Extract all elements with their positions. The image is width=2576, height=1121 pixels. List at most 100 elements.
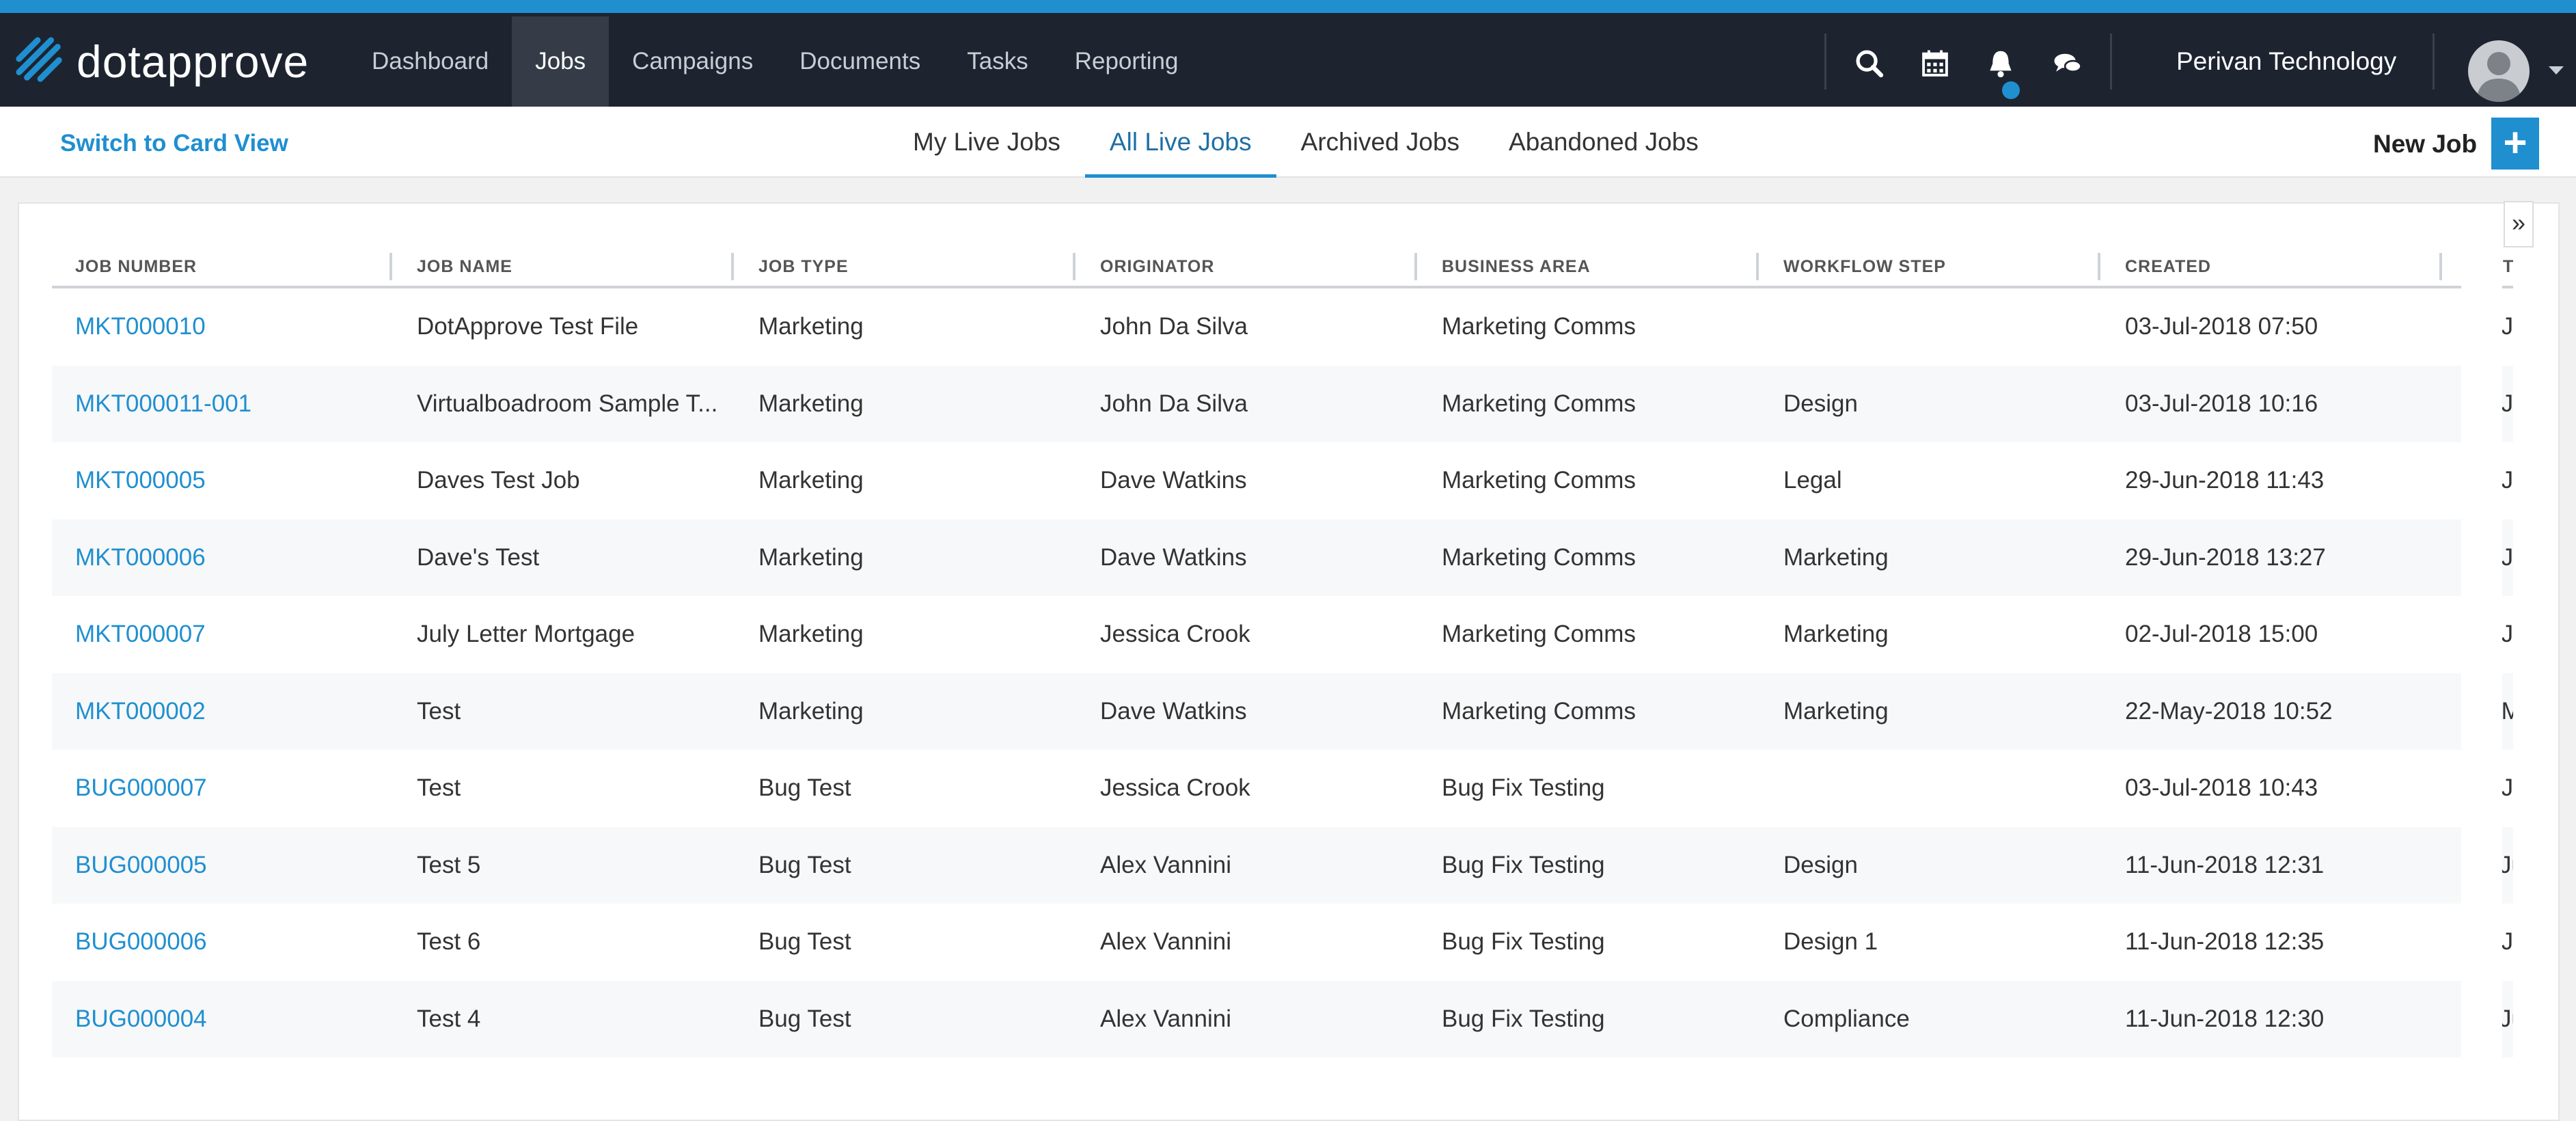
cell-business-area: Bug Fix Testing (1442, 774, 1605, 801)
cell-job-number[interactable]: BUG000005 (75, 827, 389, 904)
column-resize-handle[interactable] (1073, 253, 1075, 280)
sub-navigation: Switch to Card View My Live Jobs All Liv… (0, 107, 2576, 178)
search-icon[interactable] (1852, 46, 1887, 81)
column-resize-handle[interactable] (1414, 253, 1417, 280)
table-row[interactable]: BUG000004 Test 4 Bug Test Alex Vannini Bug F… (52, 980, 2513, 1058)
cell-business-area: Marketing Comms (1442, 467, 1636, 494)
tab-all-live-jobs[interactable]: All Live Jobs (1084, 107, 1276, 178)
column-resize-handle[interactable] (1756, 253, 1759, 280)
organisation-name[interactable]: Perivan Technology (2176, 47, 2396, 76)
switch-to-card-view-link[interactable]: Switch to Card View (60, 130, 288, 157)
cell-job-name: Test 5 (417, 851, 481, 878)
column-header-job-type[interactable]: JOB TYPE (758, 257, 849, 277)
cell-job-name: July Letter Mortgage (417, 621, 635, 647)
table-row[interactable]: MKT000010 DotApprove Test File Marketing Jo… (52, 288, 2513, 366)
column-resize-handle[interactable] (389, 253, 392, 280)
expand-panel-icon[interactable]: » (2504, 201, 2534, 247)
column-resize-handle[interactable] (731, 253, 734, 280)
tab-archived-jobs[interactable]: Archived Jobs (1276, 107, 1484, 178)
table-row[interactable]: BUG000005 Test 5 Bug Test Alex Vannini Bug F… (52, 826, 2513, 904)
cell-job-type: Bug Test (758, 1005, 851, 1032)
table-row[interactable]: MKT000006 Dave's Test Marketing Dave Watkin… (52, 519, 2513, 597)
logo-text: dotapprove (77, 36, 310, 87)
new-job-label[interactable]: New Job (2373, 130, 2477, 159)
nav-documents[interactable]: Documents (776, 16, 944, 107)
cell-originator: Alex Vannini (1100, 928, 1231, 955)
cell-business-area: Bug Fix Testing (1442, 1005, 1605, 1032)
cell-workflow-step (1783, 750, 2098, 827)
notification-dot (2002, 81, 2020, 99)
cell-job-number[interactable]: BUG000007 (75, 750, 389, 827)
cell-workflow-step: Marketing (1783, 621, 1889, 647)
column-header-originator[interactable]: ORIGINATOR (1100, 257, 1214, 277)
top-accent-bar (0, 0, 2576, 13)
table-row[interactable]: BUG000007 Test Bug Test Jessica Crook Bug Fi… (52, 750, 2513, 827)
nav-campaigns[interactable]: Campaigns (609, 16, 776, 107)
cell-created: 03-Jul-2018 07:50 (2125, 313, 2318, 340)
nav-divider (1824, 33, 1826, 90)
column-resize-handle[interactable] (2098, 253, 2100, 280)
chevron-down-icon[interactable] (2549, 66, 2564, 75)
cell-business-area: Marketing Comms (1442, 621, 1636, 647)
cell-created: 22-May-2018 10:52 (2125, 697, 2333, 725)
table-row[interactable]: BUG000006 Test 6 Bug Test Alex Vannini Bug F… (52, 904, 2513, 981)
column-header-business-area[interactable]: BUSINESS AREA (1442, 257, 1591, 277)
cell-workflow-step: Design (1783, 851, 1858, 878)
add-job-button[interactable]: + (2491, 118, 2539, 170)
tab-abandoned-jobs[interactable]: Abandoned Jobs (1484, 107, 1723, 178)
tab-my-live-jobs[interactable]: My Live Jobs (888, 107, 1085, 178)
cell-job-number[interactable]: MKT000010 (75, 288, 389, 366)
nav-divider (2433, 33, 2435, 90)
column-header-job-name[interactable]: JOB NAME (417, 257, 512, 277)
cell-business-area: Bug Fix Testing (1442, 928, 1605, 955)
cell-job-type: Marketing (758, 543, 864, 571)
cell-business-area: Marketing Comms (1442, 697, 1636, 725)
cell-originator: Jessica Crook (1100, 774, 1250, 801)
cell-created: 02-Jul-2018 15:00 (2125, 621, 2318, 647)
nav-tasks[interactable]: Tasks (944, 16, 1051, 107)
cell-job-type: Bug Test (758, 774, 851, 801)
table-row[interactable]: MKT000011-001 Virtualboadroom Sample T...… (52, 365, 2513, 443)
cell-job-number[interactable]: MKT000006 (75, 519, 389, 597)
table-row[interactable]: MKT000005 Daves Test Job Marketing Dave Wat… (52, 442, 2513, 519)
cell-job-number[interactable]: MKT000005 (75, 442, 389, 519)
table-overflow-mask (2461, 243, 2502, 1064)
main-nav: Dashboard Jobs Campaigns Documents Tasks… (348, 16, 1201, 107)
nav-reporting[interactable]: Reporting (1052, 16, 1202, 107)
column-header-job-number[interactable]: JOB NUMBER (75, 257, 197, 277)
table-body: MKT000010 DotApprove Test File Marketing Jo… (52, 288, 2513, 1057)
cell-originator: Alex Vannini (1100, 851, 1231, 878)
cell-job-number[interactable]: MKT000002 (75, 673, 389, 751)
cell-job-name: Daves Test Job (417, 467, 580, 494)
cell-job-type: Marketing (758, 697, 864, 725)
bell-icon[interactable] (1983, 46, 2018, 81)
cell-job-name: Test 4 (417, 1005, 481, 1032)
cell-business-area: Marketing Comms (1442, 313, 1636, 340)
cell-workflow-step: Legal (1783, 467, 1842, 494)
calendar-icon[interactable] (1917, 46, 1953, 81)
cell-job-number[interactable]: BUG000006 (75, 904, 389, 981)
table-row[interactable]: MKT000002 Test Marketing Dave Watkins Market… (52, 673, 2513, 751)
cell-originator: John Da Silva (1100, 313, 1248, 340)
cell-job-type: Bug Test (758, 851, 851, 878)
cell-job-name: Test 6 (417, 928, 481, 955)
cell-job-number[interactable]: MKT000007 (75, 596, 389, 673)
table-row[interactable]: MKT000007 July Letter Mortgage Marketing Je… (52, 596, 2513, 673)
cell-job-type: Marketing (758, 390, 864, 417)
cell-workflow-step: Design 1 (1783, 928, 1878, 955)
cell-workflow-step: Marketing (1783, 697, 1889, 725)
chat-icon[interactable] (2050, 46, 2085, 81)
cell-job-number[interactable]: MKT000011-001 (75, 366, 389, 443)
column-header-created[interactable]: CREATED (2125, 257, 2211, 277)
cell-created: 03-Jul-2018 10:16 (2125, 390, 2318, 417)
brand-logo[interactable]: dotapprove (14, 31, 309, 92)
column-header-workflow-step[interactable]: WORKFLOW STEP (1783, 257, 1946, 277)
nav-jobs[interactable]: Jobs (512, 16, 609, 107)
nav-dashboard[interactable]: Dashboard (348, 16, 512, 107)
cell-business-area: Bug Fix Testing (1442, 851, 1605, 878)
column-resize-handle[interactable] (2439, 253, 2442, 280)
cell-job-number[interactable]: BUG000004 (75, 981, 389, 1058)
avatar[interactable] (2468, 40, 2530, 102)
cell-created: 11-Jun-2018 12:30 (2125, 1005, 2325, 1032)
cell-originator: Dave Watkins (1100, 467, 1247, 494)
